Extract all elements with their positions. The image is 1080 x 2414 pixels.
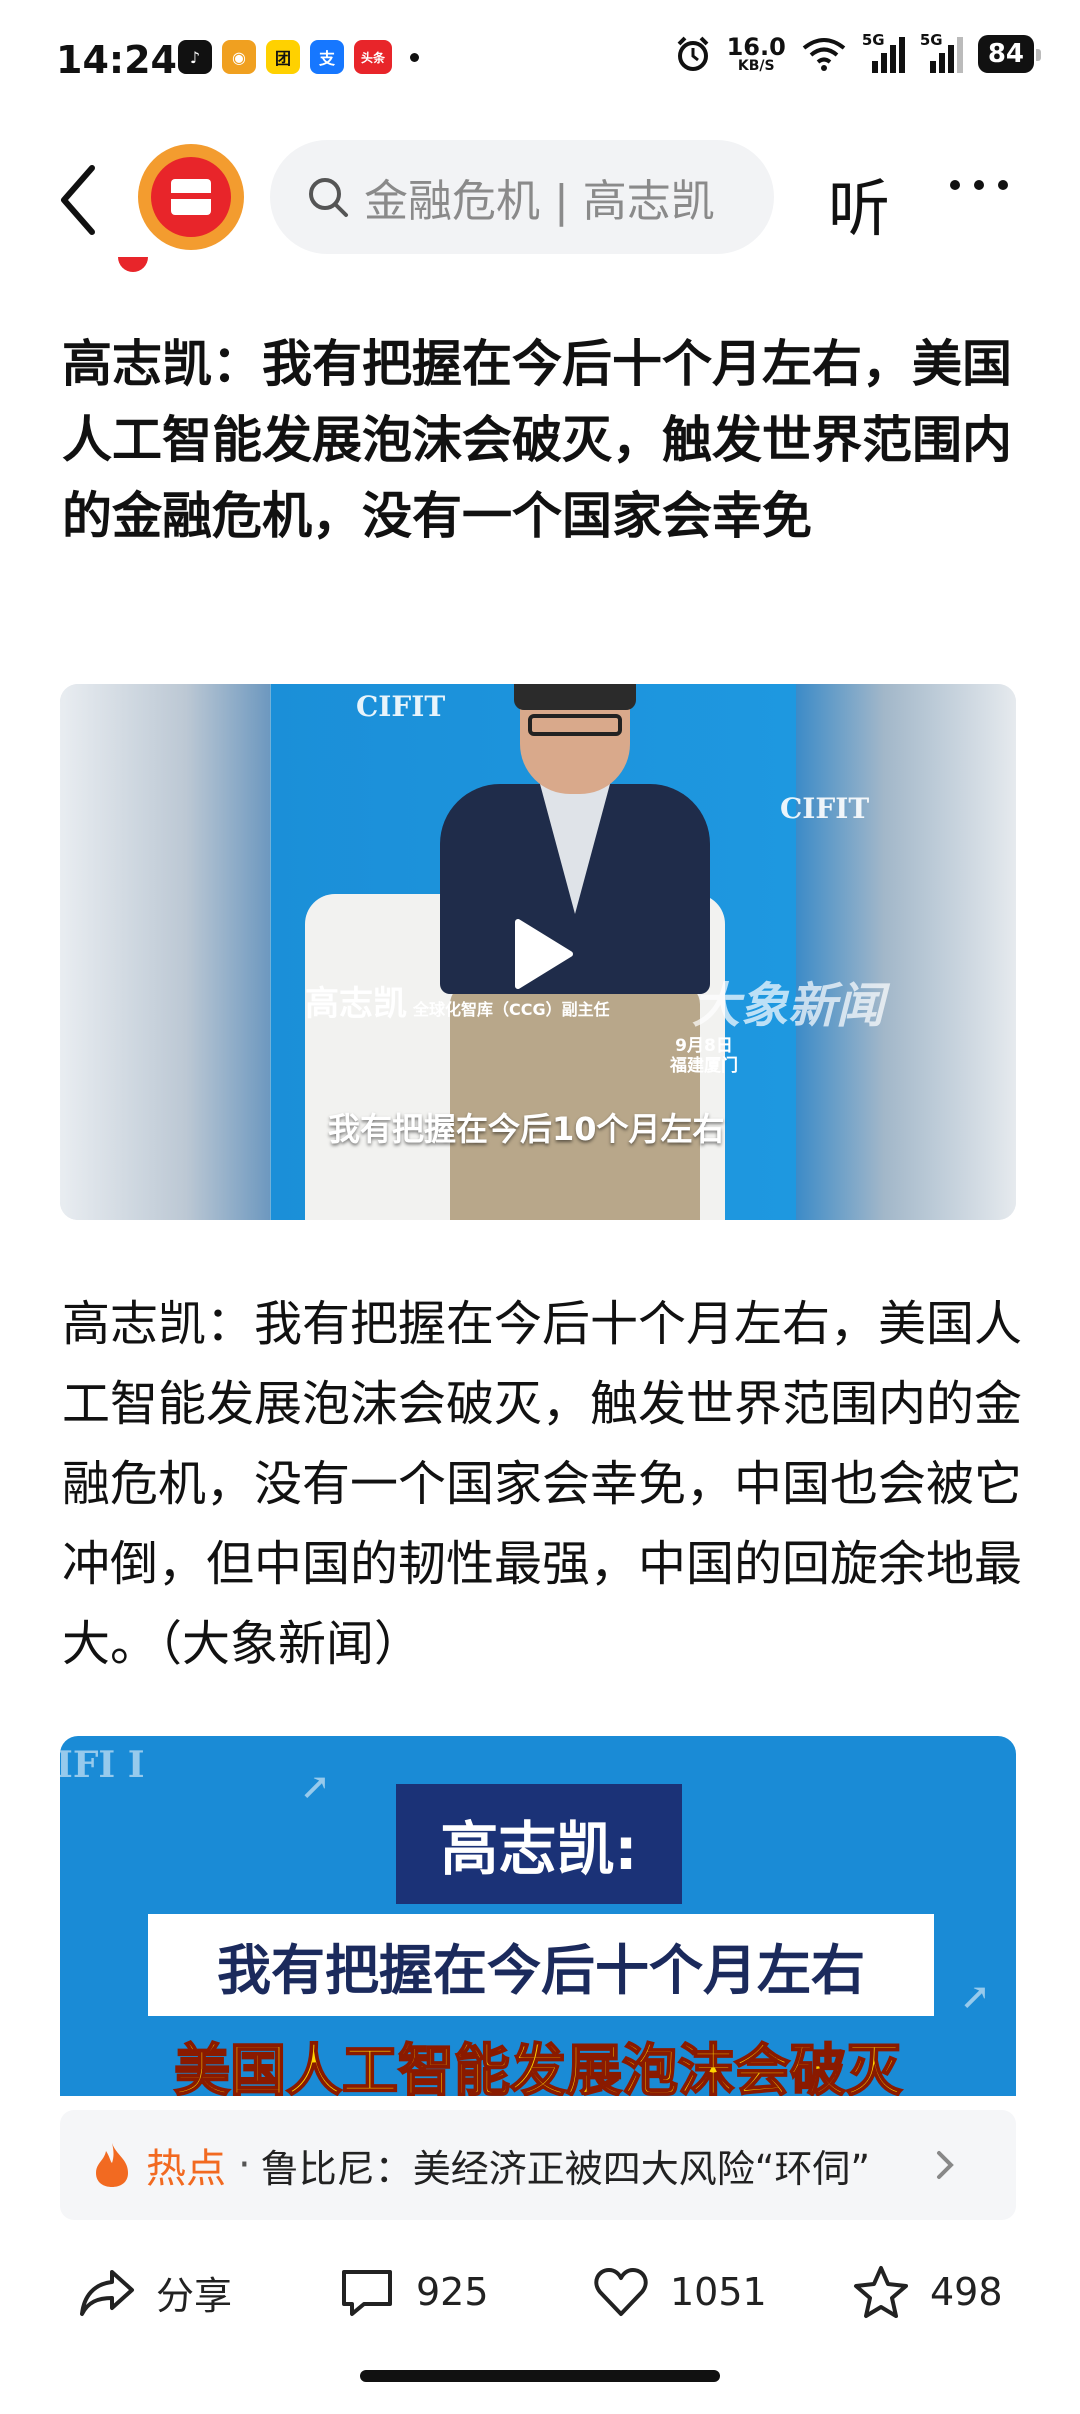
- flame-icon: [96, 2143, 128, 2187]
- signal-1: 5G: [862, 31, 906, 73]
- more-options-icon[interactable]: [950, 180, 1008, 190]
- comment-button[interactable]: 925: [338, 2264, 489, 2320]
- more-notifications-dot: [410, 52, 419, 62]
- article-body: 高志凯：我有把握在今后十个月左右，美国人工智能发展泡沫会破灭，触发世界范围内的金…: [62, 1296, 1023, 1672]
- hot-topic-bar[interactable]: 热点 · 鲁比尼：美经济正被四大风险“环伺”: [60, 2110, 1016, 2220]
- wifi-icon: [802, 38, 846, 71]
- notification-icons: ♪ ◉ 团 支 头条: [178, 40, 419, 74]
- net-speed: 16.0 KB/S: [726, 33, 786, 74]
- video-player[interactable]: CIFIT CIFIT 高志凯 全球化智库（CCG）副主任 大象新闻 9月8日 福…: [60, 684, 1016, 1220]
- video-blur-left: [60, 684, 270, 1220]
- video-blur-right: [796, 684, 1016, 1220]
- app-logo[interactable]: [138, 144, 244, 250]
- video2-caption-2: 美国人工智能发展泡沫会破灭: [173, 2038, 903, 2096]
- share-icon: [80, 2270, 134, 2316]
- video-watermark: 大象新闻: [692, 978, 885, 1034]
- heart-icon: [594, 2268, 648, 2316]
- video-player-2[interactable]: IFI I ↗ ↗ 高志凯: 我有把握在今后十个月左右 美国人工智能发展泡沫会破…: [60, 1736, 1016, 2096]
- status-time: 14:24: [56, 38, 177, 82]
- search-placeholder: 金融危机 | 高志凯: [364, 176, 715, 227]
- status-indicators: 16.0 KB/S 5G 5G 84: [673, 31, 1042, 74]
- chevron-right-icon: [936, 2151, 954, 2179]
- logo-mark-icon: [151, 157, 231, 237]
- alarm-icon: [677, 36, 709, 71]
- share-button[interactable]: 分享: [78, 2264, 232, 2320]
- like-count: 1051: [670, 2270, 767, 2314]
- hot-headline: 鲁比尼：美经济正被四大风险“环伺”: [260, 2146, 871, 2191]
- video-decoration: ↗: [300, 1766, 331, 1808]
- search-icon: [309, 178, 348, 217]
- alipay-icon: 支: [310, 40, 344, 74]
- signal-bars-icon: [871, 37, 905, 73]
- comment-icon: [342, 2270, 392, 2316]
- article-title: 高志凯：我有把握在今后十个月左右，美国人工智能发展泡沫会破灭，触发世界范围内的金…: [62, 335, 1012, 545]
- comment-count: 925: [416, 2270, 489, 2314]
- star-icon: [854, 2266, 908, 2318]
- video-date-tag: 9月8日 福建厦门: [670, 1036, 738, 1076]
- douyin-icon: ♪: [178, 40, 212, 74]
- search-bar[interactable]: 金融危机 | 高志凯: [270, 140, 774, 254]
- back-arrow-icon[interactable]: [50, 160, 110, 240]
- speaker-nameplate: 高志凯 全球化智库（CCG）副主任: [305, 984, 610, 1024]
- weibo-icon: ◉: [222, 40, 256, 74]
- video-decoration: ↗: [960, 1976, 991, 2018]
- favorite-count: 498: [930, 2270, 1003, 2314]
- listen-button[interactable]: 听: [828, 158, 890, 248]
- video2-caption-1: 我有把握在今后十个月左右: [148, 1914, 934, 2016]
- action-bar: 分享 925 1051 498: [0, 2240, 1080, 2340]
- video-brand-text: CIFIT: [780, 792, 870, 825]
- signal-bars-icon: [929, 37, 963, 73]
- top-nav: 金融危机 | 高志凯 听: [0, 130, 1080, 270]
- hot-label: 热点: [146, 2146, 226, 2192]
- video-subtitle: 我有把握在今后10个月左右: [328, 1110, 725, 1148]
- video2-name-card: 高志凯:: [396, 1784, 682, 1904]
- video-decoration: IFI I: [60, 1744, 145, 1786]
- like-button[interactable]: 1051: [592, 2264, 767, 2320]
- meituan-icon: 团: [266, 40, 300, 74]
- status-bar: 14:24 ♪ ◉ 团 支 头条 16.0 KB/S 5G 5G 84: [0, 0, 1080, 120]
- hot-separator: ·: [238, 2142, 251, 2188]
- favorite-button[interactable]: 498: [852, 2264, 1003, 2320]
- home-indicator[interactable]: [360, 2370, 720, 2382]
- toutiao-icon: 头条: [354, 40, 392, 74]
- share-label: 分享: [156, 2273, 233, 2318]
- signal-2: 5G: [920, 31, 964, 73]
- battery-indicator: 84: [977, 35, 1042, 73]
